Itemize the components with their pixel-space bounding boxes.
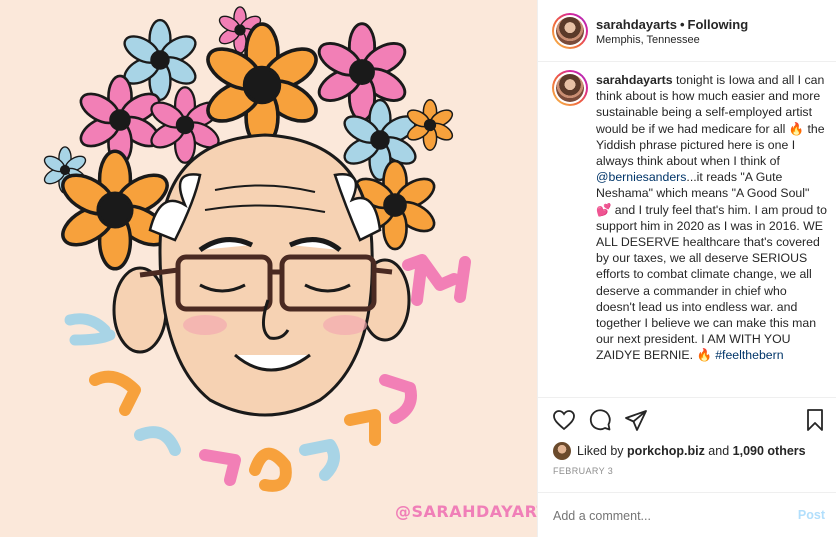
caption-username[interactable]: sarahdayarts [596, 73, 673, 87]
heart-icon[interactable] [552, 408, 576, 432]
hearts-emoji: 💕 [596, 202, 612, 217]
comments-section[interactable]: sarahdayarts tonight is Iowa and all I c… [538, 62, 836, 397]
liker-username[interactable]: porkchop.biz [627, 444, 705, 458]
mention-link[interactable]: @berniesanders [596, 170, 686, 184]
liker-avatar[interactable] [553, 442, 571, 460]
post-actions: Liked by porkchop.biz and 1,090 others F… [538, 397, 836, 537]
following-button[interactable]: Following [688, 17, 749, 32]
location-link[interactable]: Memphis, Tennessee [596, 34, 700, 46]
header-separator: • [679, 17, 685, 32]
post-date[interactable]: FEBRUARY 3 [553, 466, 613, 476]
post-image[interactable]: @SARAHDAYARTS [0, 0, 537, 537]
bookmark-icon[interactable] [803, 408, 827, 432]
comment-bar: Post [538, 492, 836, 537]
likes-prefix: Liked by [577, 444, 624, 458]
post-details-panel: sarahdayarts • Following Memphis, Tennesse… [537, 0, 836, 537]
avatar[interactable] [552, 13, 588, 49]
post-header: sarahdayarts • Following Memphis, Tennesse… [538, 0, 836, 62]
header-username[interactable]: sarahdayarts [596, 17, 677, 32]
share-icon[interactable] [624, 408, 648, 432]
caption-part-4: and I truly feel that's him. I am proud … [596, 202, 827, 363]
caption-avatar[interactable] [552, 70, 588, 106]
caption-text: sarahdayarts tonight is Iowa and all I c… [596, 72, 828, 364]
illustration [41, 6, 471, 492]
likes-middle: and [704, 444, 733, 458]
header-title: sarahdayarts • Following [596, 17, 748, 32]
hashtag-link[interactable]: #feelthebern [715, 348, 783, 362]
comment-icon[interactable] [588, 408, 612, 432]
likes-summary: Liked by porkchop.biz and 1,090 others [553, 441, 806, 461]
fire-emoji: 🔥 [788, 121, 805, 136]
post-button[interactable]: Post [798, 508, 825, 522]
comment-input[interactable] [553, 506, 773, 526]
fire-emoji-2: 🔥 [696, 348, 712, 363]
likes-count[interactable]: 1,090 others [733, 444, 806, 458]
artist-watermark: @SARAHDAYARTS [395, 502, 537, 521]
